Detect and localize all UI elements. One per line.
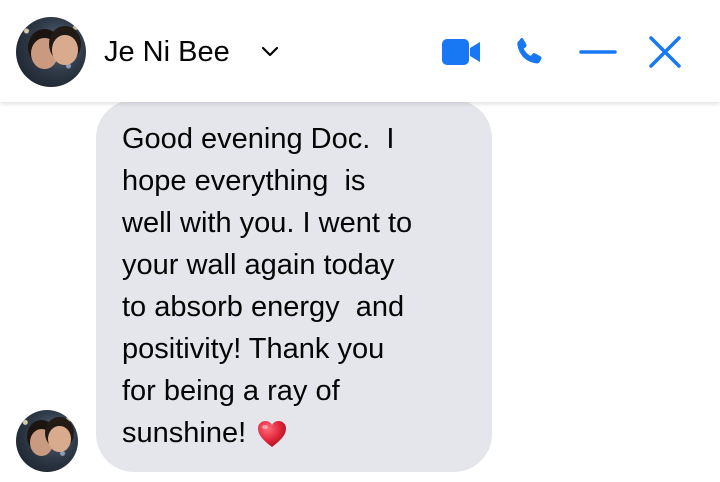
video-call-icon: [442, 39, 480, 65]
contact-avatar[interactable]: [16, 17, 86, 87]
phone-icon: [517, 37, 542, 64]
video-call-button[interactable]: [439, 30, 483, 74]
close-button[interactable]: [643, 30, 687, 74]
message-line-text: sunshine!: [122, 417, 255, 449]
message-line: for being a ray of: [122, 375, 340, 407]
message-line: hope everything is: [122, 165, 366, 197]
message-line: to absorb energy and: [122, 291, 405, 323]
chevron-down-icon[interactable]: [260, 43, 280, 61]
chat-header: Je Ni Bee: [0, 0, 720, 102]
voice-call-button[interactable]: [507, 30, 551, 74]
message-bubble[interactable]: Good evening Doc. I hope everything is w…: [96, 100, 492, 472]
sender-avatar[interactable]: [16, 410, 78, 472]
message-line: Good evening Doc. I: [122, 123, 395, 155]
minimize-icon: [579, 50, 617, 54]
message-line: positivity! Thank you: [122, 333, 385, 365]
message-line: your wall again today: [122, 249, 395, 281]
heart-icon: [258, 421, 287, 448]
avatar-photo-face: [48, 426, 71, 453]
message-last-line: sunshine!: [122, 412, 468, 454]
minimize-button[interactable]: [576, 30, 620, 74]
chat-window: Je Ni Bee Good evening Doc. I hope every…: [0, 0, 720, 482]
message-line: well with you. I went to: [122, 207, 413, 239]
contact-name[interactable]: Je Ni Bee: [104, 34, 230, 70]
close-icon: [649, 36, 681, 68]
avatar-photo-face: [52, 35, 78, 65]
